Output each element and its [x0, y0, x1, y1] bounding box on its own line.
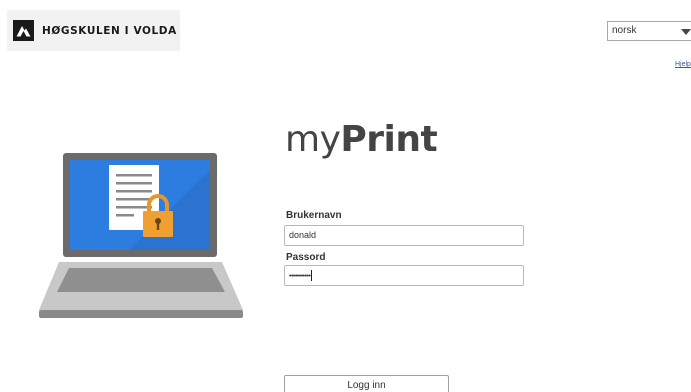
logo-text: HØGSKULEN I VOLDA [42, 24, 177, 37]
help-link[interactable]: Hjelp [675, 61, 691, 68]
language-select-value: norsk [612, 25, 637, 36]
login-page: HØGSKULEN I VOLDA norsk Hjelp myPrint Br… [0, 0, 691, 392]
logo-mountain-icon [13, 20, 34, 41]
username-field[interactable]: donald [284, 225, 524, 246]
password-value: ••••••••••• [289, 273, 311, 280]
login-button[interactable]: Logg inn [284, 375, 449, 392]
title-bold: Print [340, 119, 438, 160]
logo: HØGSKULEN I VOLDA [7, 10, 180, 51]
page-title: myPrint [285, 116, 438, 164]
title-light: my [285, 119, 341, 160]
language-select[interactable]: norsk [607, 21, 691, 41]
password-field[interactable]: ••••••••••• [284, 265, 524, 286]
username-value: donald [289, 230, 317, 240]
username-label: Brukernavn [286, 210, 342, 221]
text-caret [311, 270, 313, 282]
password-label: Passord [286, 252, 326, 263]
chevron-down-icon [681, 29, 691, 35]
laptop-illustration [39, 152, 243, 325]
